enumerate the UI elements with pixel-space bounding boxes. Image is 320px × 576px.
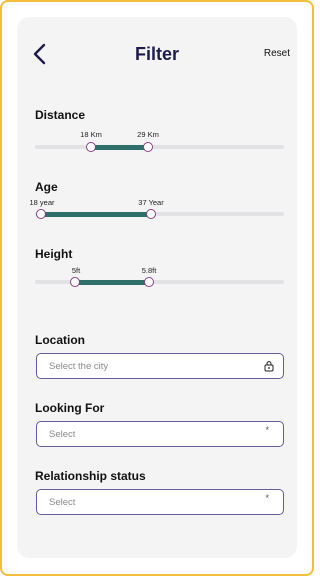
distance-slider-range [91,145,148,150]
age-min-value: 18 year [29,198,55,207]
distance-min-thumb[interactable] [86,142,96,152]
height-max-value: 5.8ft [141,266,157,275]
age-max-value: 37 Year [138,198,164,207]
distance-min-value: 18 Km [80,130,102,139]
distance-label: Distance [35,108,86,122]
age-slider-track[interactable] [35,209,284,219]
height-slider-range [75,280,149,285]
required-marker: * [265,493,269,503]
age-max-thumb[interactable] [146,209,156,219]
reset-button[interactable]: Reset [264,48,290,59]
relationship-status-placeholder: Select [49,497,76,508]
height-min-value: 5ft [71,266,81,275]
distance-max-thumb[interactable] [143,142,153,152]
location-select[interactable]: Select the city [36,353,284,379]
age-slider-range [41,212,151,217]
relationship-status-label: Relationship status [35,469,146,483]
distance-slider-track[interactable] [35,142,284,152]
looking-for-label: Looking For [35,401,105,415]
distance-max-value: 29 Km [137,130,159,139]
location-label: Location [35,333,85,347]
looking-for-placeholder: Select [49,429,76,440]
required-marker: * [265,425,269,435]
height-max-thumb[interactable] [144,277,154,287]
location-placeholder: Select the city [49,361,109,372]
height-label: Height [35,247,73,261]
height-min-thumb[interactable] [70,277,80,287]
relationship-status-select[interactable]: Select * [36,489,284,515]
looking-for-select[interactable]: Select * [36,421,284,447]
lock-icon [264,361,274,372]
age-min-thumb[interactable] [36,209,46,219]
age-label: Age [35,180,58,194]
height-slider-track[interactable] [35,277,284,287]
